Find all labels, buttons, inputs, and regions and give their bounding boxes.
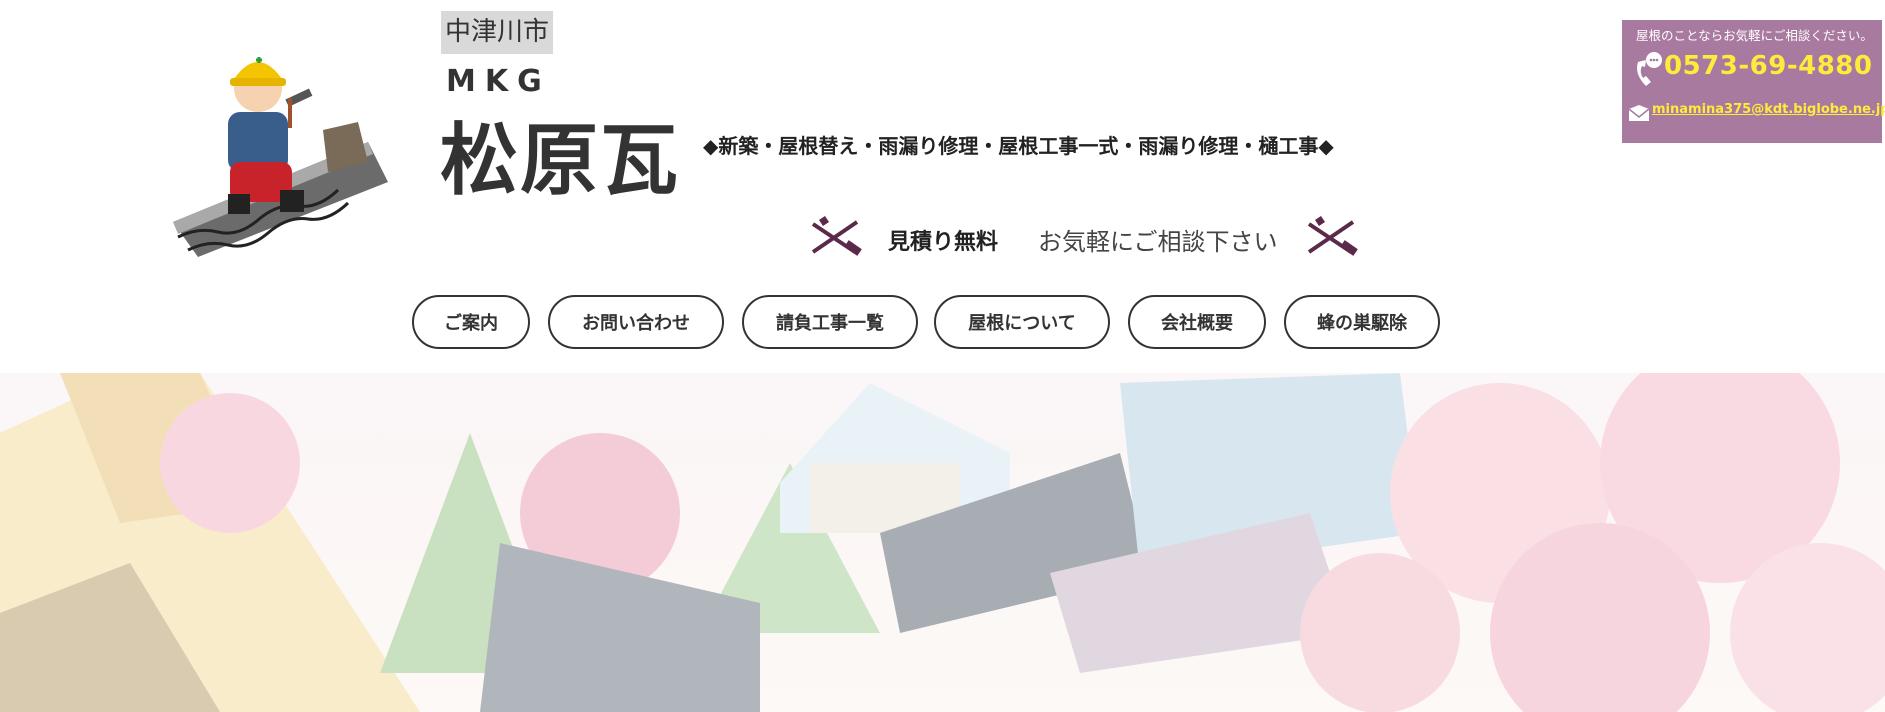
mail-icon xyxy=(1628,105,1650,121)
nav-hornet-nest[interactable]: 蜂の巣駆除 xyxy=(1284,295,1440,349)
nav-contact[interactable]: お問い合わせ xyxy=(548,295,724,349)
nav-guide[interactable]: ご案内 xyxy=(412,295,530,349)
phone-icon xyxy=(1637,52,1662,86)
estimate-free-label: 見積り無料 xyxy=(888,230,999,255)
tools-icon xyxy=(811,216,862,256)
nav-about-roof[interactable]: 屋根について xyxy=(934,295,1110,349)
email-link[interactable]: minamina375@kdt.biglobe.ne.jp xyxy=(1652,102,1885,117)
roofer-mascot-image xyxy=(173,57,388,257)
contact-box: 屋根のことならお気軽にご相談ください。 0573-69-4880 minamin… xyxy=(1622,20,1885,143)
estimate-text: お気軽にご相談下さい xyxy=(1038,228,1278,256)
hero-sakura-roofs-image xyxy=(0,373,1885,712)
city-tag: 中津川市 xyxy=(441,11,554,54)
phone-number[interactable]: 0573-69-4880 xyxy=(1664,51,1873,81)
estimate-banner: 見積り無料 お気軽にご相談下さい xyxy=(805,212,1365,266)
nav-works-list[interactable]: 請負工事一覧 xyxy=(742,295,918,349)
contact-note: 屋根のことならお気軽にご相談ください。 xyxy=(1636,28,1873,43)
nav-company[interactable]: 会社概要 xyxy=(1128,295,1266,349)
tools-icon xyxy=(1307,216,1358,256)
services-tagline: ◆新築・屋根替え・雨漏り修理・屋根工事一式・雨漏り修理・樋工事◆ xyxy=(703,134,1334,158)
brand-subtitle: MKG xyxy=(446,64,551,99)
brand-title: 松原瓦 xyxy=(440,115,681,206)
site-header: 中津川市 MKG 松原瓦 ◆新築・屋根替え・雨漏り修理・屋根工事一式・雨漏り修理… xyxy=(0,0,1885,373)
